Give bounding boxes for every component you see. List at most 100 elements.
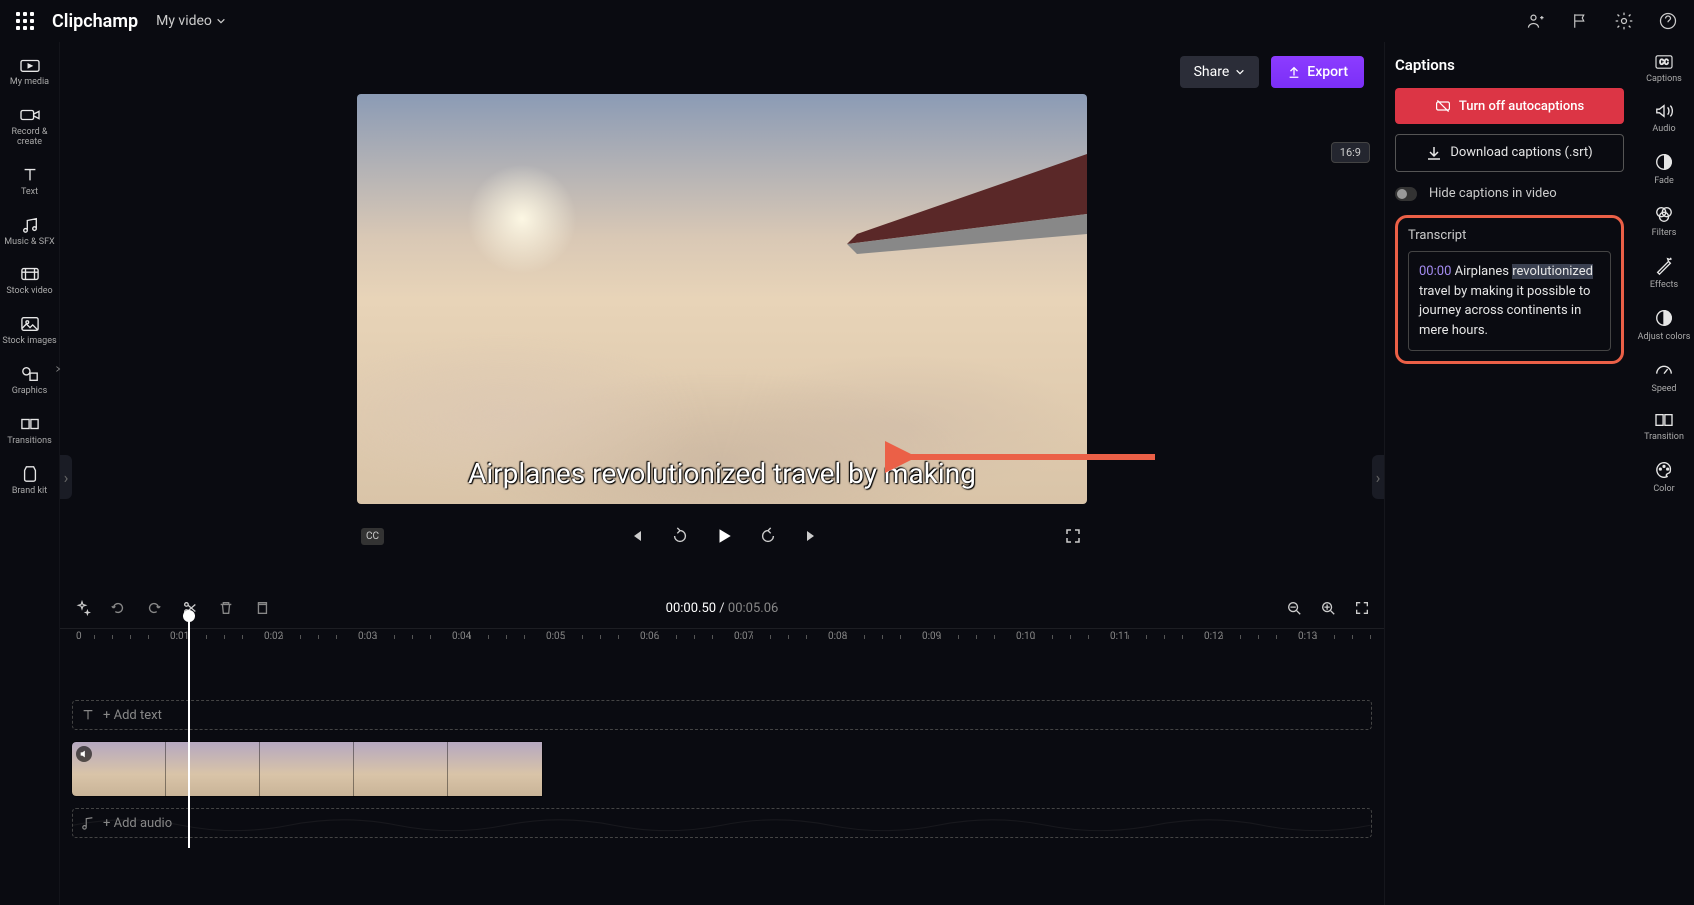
ruler-mark: 0:09: [922, 631, 941, 642]
download-icon: [1426, 145, 1442, 161]
sidebar-label: Transitions: [7, 437, 52, 447]
skip-forward-icon[interactable]: [802, 526, 822, 546]
video-clip[interactable]: [72, 742, 166, 796]
text-track-label: + Add text: [103, 708, 162, 723]
sidebar-item-music[interactable]: Music & SFX: [0, 210, 60, 254]
video-preview[interactable]: Airplanes revolutionized travel by makin…: [357, 94, 1087, 504]
forward-icon[interactable]: [758, 526, 778, 546]
rsb-speed[interactable]: Speed: [1634, 360, 1694, 394]
ruler-mark: 0:03: [358, 631, 377, 642]
ruler-mark: 0:07: [734, 631, 753, 642]
left-sidebar: My media Record & create Text Music & SF…: [0, 42, 60, 905]
video-track[interactable]: [72, 742, 1372, 796]
chevron-down-icon: [1235, 67, 1245, 77]
tracks: + Add text + Add audio: [60, 648, 1384, 838]
sidebar-item-stock-video[interactable]: Stock video: [0, 259, 60, 303]
trash-icon[interactable]: [216, 598, 236, 618]
video-clip[interactable]: [260, 742, 354, 796]
timeline-toolbar: 00:00.50 / 00:05.06: [60, 592, 1384, 624]
hide-captions-toggle[interactable]: [1395, 187, 1417, 201]
video-clip[interactable]: [166, 742, 260, 796]
speaker-icon: [76, 746, 92, 762]
captions-off-icon: [1435, 98, 1451, 114]
brand-name: Clipchamp: [52, 11, 138, 32]
rsb-fade[interactable]: Fade: [1634, 152, 1694, 186]
cc-toggle[interactable]: CC: [361, 528, 384, 545]
playhead[interactable]: [188, 618, 190, 848]
invite-icon[interactable]: [1526, 11, 1546, 31]
timeline-ruler[interactable]: 00:010:020:030:040:050:060:070:080:090:1…: [60, 628, 1384, 648]
time-current: 00:00.50: [666, 601, 716, 616]
play-icon[interactable]: [714, 526, 734, 546]
timeline-area: 00:00.50 / 00:05.06 00:010:020:030:040:0…: [60, 592, 1384, 852]
redo-icon[interactable]: [144, 598, 164, 618]
airplane-wing: [827, 144, 1087, 284]
sidebar-label: Stock images: [2, 337, 56, 347]
captions-panel: Captions Turn off autocaptions Download …: [1384, 42, 1634, 905]
ruler-mark: 0:05: [546, 631, 565, 642]
rsb-color[interactable]: Color: [1634, 460, 1694, 494]
text-icon: [81, 708, 95, 722]
sparkle-icon[interactable]: [72, 598, 92, 618]
aspect-ratio-badge[interactable]: 16:9: [1331, 142, 1370, 163]
sidebar-item-transitions[interactable]: Transitions: [0, 409, 60, 453]
skip-back-icon[interactable]: [626, 526, 646, 546]
sidebar-item-text[interactable]: Text: [0, 160, 60, 204]
transcript-text-post: travel by making it possible to journey …: [1419, 284, 1590, 338]
rsb-audio[interactable]: Audio: [1634, 102, 1694, 134]
zoom-out-icon[interactable]: [1284, 598, 1304, 618]
main-area: Share Export 16:9 Airplanes revolutioniz…: [60, 42, 1384, 592]
sidebar-item-brand-kit[interactable]: Brand kit: [0, 459, 60, 503]
panel-collapse-handle[interactable]: ›: [1372, 455, 1384, 499]
video-clip[interactable]: [448, 742, 542, 796]
turn-off-label: Turn off autocaptions: [1459, 99, 1584, 114]
zoom-in-icon[interactable]: [1318, 598, 1338, 618]
rsb-label: Fade: [1654, 176, 1674, 186]
rsb-effects[interactable]: Effects: [1634, 256, 1694, 290]
sidebar-item-my-media[interactable]: My media: [0, 50, 60, 94]
rsb-filters[interactable]: Filters: [1634, 204, 1694, 238]
audio-track[interactable]: + Add audio: [72, 808, 1372, 838]
turn-off-autocaptions-button[interactable]: Turn off autocaptions: [1395, 88, 1624, 124]
sidebar-item-graphics[interactable]: Graphics: [0, 359, 60, 403]
rsb-transition[interactable]: Transition: [1634, 412, 1694, 442]
rsb-label: Audio: [1652, 124, 1675, 134]
ruler-mark: 0:02: [264, 631, 283, 642]
ruler-mark: 0:08: [828, 631, 847, 642]
text-track[interactable]: + Add text: [72, 700, 1372, 730]
sidebar-item-stock-images[interactable]: Stock images: [0, 309, 60, 353]
sidebar-item-record[interactable]: Record & create: [0, 100, 60, 154]
undo-icon[interactable]: [108, 598, 128, 618]
sidebar-label: Music & SFX: [4, 238, 54, 248]
rsb-captions[interactable]: CCCaptions: [1634, 54, 1694, 84]
export-button[interactable]: Export: [1271, 56, 1364, 88]
transcript-entry[interactable]: 00:00 Airplanes revolutionized travel by…: [1408, 251, 1611, 351]
help-icon[interactable]: [1658, 11, 1678, 31]
rsb-label: Speed: [1651, 384, 1676, 394]
fit-icon[interactable]: [1352, 598, 1372, 618]
project-name-dropdown[interactable]: My video: [156, 13, 226, 29]
transcript-time: 00:00: [1419, 264, 1451, 279]
gear-icon[interactable]: [1614, 11, 1634, 31]
playback-controls: CC: [357, 526, 1087, 546]
upload-icon: [1287, 65, 1301, 79]
video-clip[interactable]: [354, 742, 448, 796]
download-captions-button[interactable]: Download captions (.srt): [1395, 134, 1624, 172]
rewind-icon[interactable]: [670, 526, 690, 546]
fullscreen-icon[interactable]: [1063, 526, 1083, 546]
chevron-down-icon: [216, 16, 226, 26]
rsb-label: Color: [1653, 484, 1674, 494]
sidebar-label: Record & create: [0, 128, 60, 148]
ruler-mark: 0:13: [1298, 631, 1317, 642]
share-button[interactable]: Share: [1180, 56, 1260, 88]
flag-icon[interactable]: [1570, 11, 1590, 31]
ruler-mark: 0: [76, 631, 82, 642]
rsb-adjust-colors[interactable]: Adjust colors: [1634, 308, 1694, 342]
app-launcher-icon[interactable]: [16, 12, 34, 30]
right-sidebar: CCCaptions Audio Fade Filters Effects Ad…: [1634, 42, 1694, 905]
ruler-mark: 0:06: [640, 631, 659, 642]
sidebar-label: My media: [10, 78, 49, 88]
timeline-time: 00:00.50 / 00:05.06: [666, 601, 779, 616]
copy-icon[interactable]: [252, 598, 272, 618]
top-bar: Clipchamp My video: [0, 0, 1694, 42]
